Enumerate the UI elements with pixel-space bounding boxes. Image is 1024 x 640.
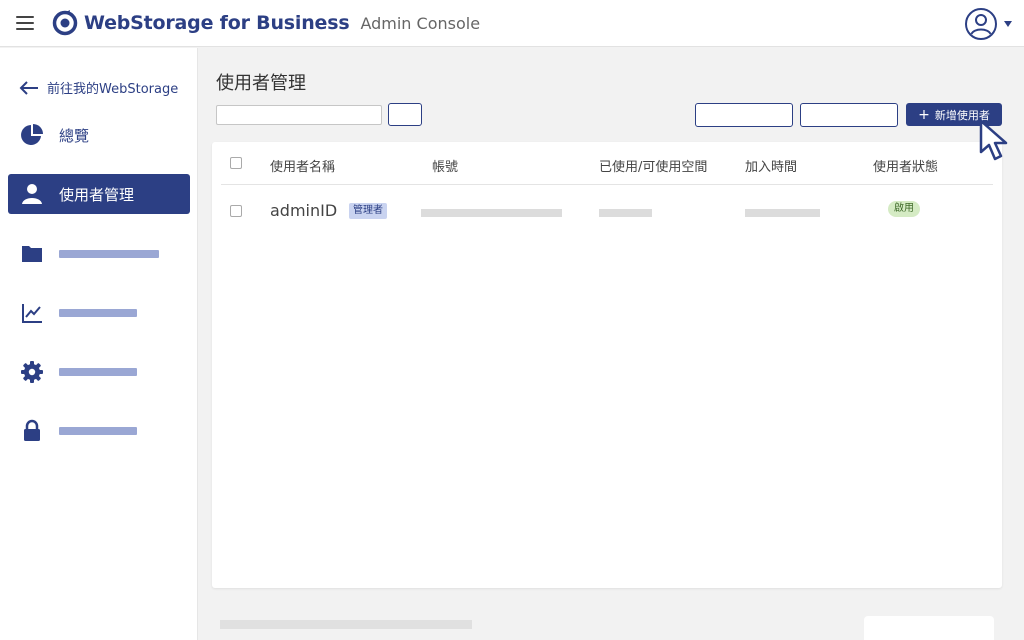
console-subtitle: Admin Console [360, 13, 481, 33]
top-header: WebStorage for Business Admin Console [0, 0, 1024, 47]
search-button[interactable] [388, 103, 422, 126]
sidebar-item-user-management[interactable]: 使用者管理 [8, 174, 190, 214]
page-title: 使用者管理 [216, 73, 306, 94]
pie-chart-icon [21, 124, 43, 145]
header-divider [221, 184, 993, 185]
user-table-panel: 使用者名稱 帳號 已使用/可使用空間 加入時間 使用者狀態 adminID 管理… [212, 142, 1002, 588]
sidebar-item-label-placeholder [59, 250, 159, 258]
sidebar-item-files[interactable] [8, 234, 190, 274]
sidebar-item-overview[interactable]: 總覽 [8, 115, 190, 155]
sidebar-item-settings[interactable] [8, 352, 190, 392]
sidebar: 前往我的WebStorage 總覽 使用者管理 [0, 48, 198, 640]
footer-placeholder [220, 620, 472, 629]
join-time-placeholder [745, 209, 820, 217]
add-user-button[interactable]: + 新增使用者 [906, 103, 1002, 126]
row-checkbox[interactable] [230, 205, 242, 217]
toolbar-button[interactable] [695, 103, 793, 127]
user-icon [22, 184, 42, 204]
toolbar-button[interactable] [800, 103, 898, 127]
folder-icon [22, 246, 42, 262]
admin-role-badge: 管理者 [349, 203, 387, 219]
column-header[interactable]: 使用者狀態 [873, 156, 938, 175]
sidebar-item-reports[interactable] [8, 293, 190, 333]
column-header[interactable]: 已使用/可使用空間 [599, 156, 707, 175]
column-header[interactable]: 帳號 [432, 156, 458, 175]
line-chart-icon [22, 304, 42, 323]
hamburger-menu-icon[interactable] [16, 16, 34, 30]
caret-down-icon[interactable] [1004, 21, 1012, 27]
back-link-label: 前往我的WebStorage [47, 82, 179, 97]
user-name: adminID [270, 201, 338, 220]
search-input[interactable] [216, 105, 382, 125]
brand-name: WebStorage for Business [84, 12, 350, 34]
status-badge: 啟用 [888, 201, 920, 217]
add-user-label: 新增使用者 [934, 108, 990, 122]
storage-placeholder [599, 209, 652, 217]
select-all-checkbox[interactable] [230, 157, 242, 169]
sidebar-item-label-placeholder [59, 309, 137, 317]
plus-icon: + [918, 106, 930, 123]
webstorage-logo-icon [52, 10, 78, 36]
sidebar-item-label: 使用者管理 [59, 185, 135, 204]
sidebar-item-security[interactable] [8, 411, 190, 451]
column-header[interactable]: 使用者名稱 [270, 156, 335, 175]
gear-icon [21, 361, 43, 383]
sidebar-item-label: 總覽 [59, 126, 90, 145]
back-to-webstorage-link[interactable]: 前往我的WebStorage [19, 78, 178, 97]
account-placeholder [421, 209, 562, 217]
sidebar-item-label-placeholder [59, 427, 137, 435]
column-header[interactable]: 加入時間 [745, 156, 797, 175]
lock-icon [24, 419, 40, 441]
arrow-left-icon [19, 80, 38, 95]
sidebar-item-label-placeholder [59, 368, 137, 376]
user-circle-icon[interactable] [964, 7, 998, 41]
account-menu[interactable] [964, 7, 1012, 41]
footer-card [864, 616, 994, 640]
